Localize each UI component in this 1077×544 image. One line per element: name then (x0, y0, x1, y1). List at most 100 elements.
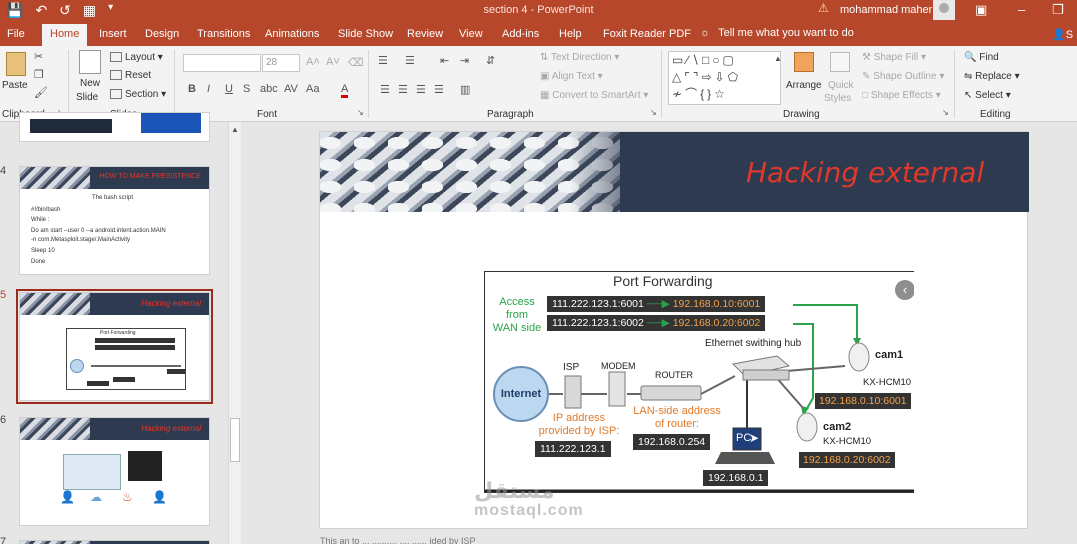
shape-rounded-rect-icon[interactable]: ▢ (723, 53, 737, 67)
user-name[interactable]: mohammad maher (840, 4, 932, 16)
shapes-gallery-scroll-icon[interactable]: ▲ (774, 54, 782, 63)
minimize-icon[interactable]: – (1018, 2, 1025, 17)
shape-curve-icon[interactable]: ≁ (672, 87, 685, 101)
find-button[interactable]: 🔍 Find (964, 52, 999, 63)
font-launcher-icon[interactable]: ↘ (357, 108, 364, 117)
chevron-left-icon[interactable]: ‹ (895, 280, 914, 300)
align-center-icon[interactable]: ☰ (398, 83, 408, 96)
text-direction-button[interactable]: ⇅ Text Direction ▾ (540, 52, 619, 63)
reset-button[interactable]: Reset (110, 70, 151, 81)
shape-textbox-icon[interactable]: ▭ (672, 53, 686, 67)
tab-insert[interactable]: Insert (99, 28, 127, 40)
mouse-cursor-icon: ➤ (749, 431, 760, 445)
shape-arrow-right-icon[interactable]: ⇨ (701, 70, 714, 84)
arrange-button[interactable]: Arrange (786, 52, 822, 102)
justify-icon[interactable]: ☰ (434, 83, 444, 96)
share-button[interactable]: 👤S (1052, 28, 1073, 41)
slide-thumbnail-5[interactable]: Hacking external Port Forwarding (16, 289, 213, 404)
speaker-notes[interactable]: This an to ... .......... .... ...... id… (320, 536, 476, 544)
line-spacing-icon[interactable]: ⇵ (486, 54, 495, 67)
tab-design[interactable]: Design (145, 28, 179, 40)
drawing-launcher-icon[interactable]: ↘ (942, 108, 949, 117)
underline-icon[interactable]: U (225, 83, 233, 95)
clear-formatting-icon[interactable]: ⌫ (348, 56, 364, 69)
bold-icon[interactable]: B (188, 83, 196, 95)
new-slide-button[interactable]: New Slide (76, 50, 106, 106)
scroll-up-icon[interactable]: ▲ (231, 125, 239, 134)
slide-thumbnail-4[interactable]: HOW TO MAKE PRESISTENCE The bash script … (19, 166, 210, 275)
font-group-label: Font (257, 109, 278, 120)
align-right-icon[interactable]: ☰ (416, 83, 426, 96)
copy-icon[interactable]: ❐ (34, 68, 44, 81)
font-color-icon[interactable]: A (341, 83, 349, 98)
cut-icon[interactable]: ✂ (34, 50, 43, 63)
tab-foxit-reader-pdf[interactable]: Foxit Reader PDF (603, 28, 691, 40)
tab-add-ins[interactable]: Add-ins (502, 28, 539, 40)
slide-thumbnail-6[interactable]: Hacking external 👤 ☁ ♨ 👤 (19, 417, 210, 526)
find-icon: 🔍 (964, 52, 980, 63)
italic-icon[interactable]: I (207, 83, 210, 95)
tab-slide-show[interactable]: Slide Show (338, 28, 393, 40)
quick-styles-button[interactable]: Quick Styles (823, 52, 857, 108)
shadow-icon[interactable]: S (243, 83, 250, 95)
shape-triangle-icon[interactable]: △ (672, 70, 684, 84)
tab-help[interactable]: Help (559, 28, 582, 40)
ribbon-display-options-icon[interactable]: ▣ (975, 2, 987, 18)
shape-arc-icon[interactable]: ⌒ (685, 87, 700, 101)
port-forwarding-diagram[interactable]: Port Forwarding Access from WAN side 111… (484, 271, 914, 493)
shape-outline-button[interactable]: ✎ Shape Outline ▾ (862, 71, 944, 82)
section-button[interactable]: Section ▾ (110, 89, 166, 100)
shape-rectangle-icon[interactable]: □ (702, 53, 712, 67)
convert-to-smartart-button[interactable]: ▦ Convert to SmartArt ▾ (540, 90, 648, 101)
decrease-indent-icon[interactable]: ⇤ (440, 54, 449, 67)
tab-animations[interactable]: Animations (265, 28, 319, 40)
slide-title[interactable]: Hacking external (746, 156, 984, 189)
shape-arrow-down-icon[interactable]: ⇩ (715, 70, 728, 84)
increase-indent-icon[interactable]: ⇥ (460, 54, 469, 67)
shape-star-icon[interactable]: ☆ (714, 87, 728, 101)
paste-button[interactable]: Paste (2, 52, 30, 104)
tab-file[interactable]: File (7, 28, 25, 40)
slide-thumbnail-3[interactable] (19, 112, 210, 142)
thumbnails-scrollbar[interactable]: ▲ (228, 122, 241, 544)
tell-me-text: Tell me what you want to do (718, 27, 854, 39)
shape-effects-button[interactable]: □ Shape Effects ▾ (862, 90, 941, 101)
shape-oval-icon[interactable]: ○ (712, 53, 722, 67)
font-name-box[interactable] (183, 54, 261, 72)
columns-icon[interactable]: ▥ (460, 83, 470, 96)
layout-button[interactable]: Layout ▾ (110, 52, 163, 63)
restore-icon[interactable]: ❐ (1052, 2, 1064, 18)
watermark: مستقل mostaql.com (474, 478, 584, 519)
select-button[interactable]: ↖ Select ▾ (964, 90, 1011, 101)
numbering-icon[interactable]: ☰ (405, 54, 415, 67)
format-painter-icon[interactable]: 🖌 (34, 86, 48, 99)
tab-home[interactable]: Home (42, 24, 88, 46)
slide-number-4: 4 (0, 165, 7, 177)
font-size-box[interactable]: 28 (262, 54, 300, 72)
replace-button[interactable]: ⇋ Replace ▾ (964, 71, 1020, 82)
shapes-gallery[interactable]: ▭∕∖□○▢ △⌜⌝⇨⇩⬠ ≁⌒{}☆ (668, 51, 781, 105)
slide-number-7: 7 (0, 536, 7, 544)
drawing-group-label: Drawing (783, 109, 820, 120)
tab-transitions[interactable]: Transitions (197, 28, 250, 40)
shape-elbow-icon[interactable]: ⌜ (684, 70, 693, 84)
tab-view[interactable]: View (459, 28, 483, 40)
slide-thumbnail-7[interactable] (19, 540, 210, 544)
shape-line2-icon[interactable]: ∖ (691, 53, 702, 67)
change-case-icon[interactable]: Aa (306, 83, 319, 95)
align-left-icon[interactable]: ☰ (380, 83, 390, 96)
decrease-font-size-icon[interactable]: A˅ (326, 56, 340, 68)
strikethrough-icon[interactable]: abc (260, 83, 278, 95)
avatar[interactable] (933, 0, 955, 20)
scrollbar-thumb[interactable] (230, 418, 240, 462)
align-text-button[interactable]: ▣ Align Text ▾ (540, 71, 603, 82)
tab-review[interactable]: Review (407, 28, 443, 40)
paragraph-launcher-icon[interactable]: ↘ (650, 108, 657, 117)
shape-fill-button[interactable]: ⚒ Shape Fill ▾ (862, 52, 926, 63)
shape-pentagon-icon[interactable]: ⬠ (728, 70, 741, 84)
increase-font-size-icon[interactable]: A˄ (306, 56, 320, 68)
character-spacing-icon[interactable]: AV (284, 83, 298, 95)
router-label: ROUTER (655, 370, 693, 380)
tell-me-box[interactable]: ☼ Tell me what you want to do (700, 27, 854, 39)
bullets-icon[interactable]: ☰ (378, 54, 388, 67)
